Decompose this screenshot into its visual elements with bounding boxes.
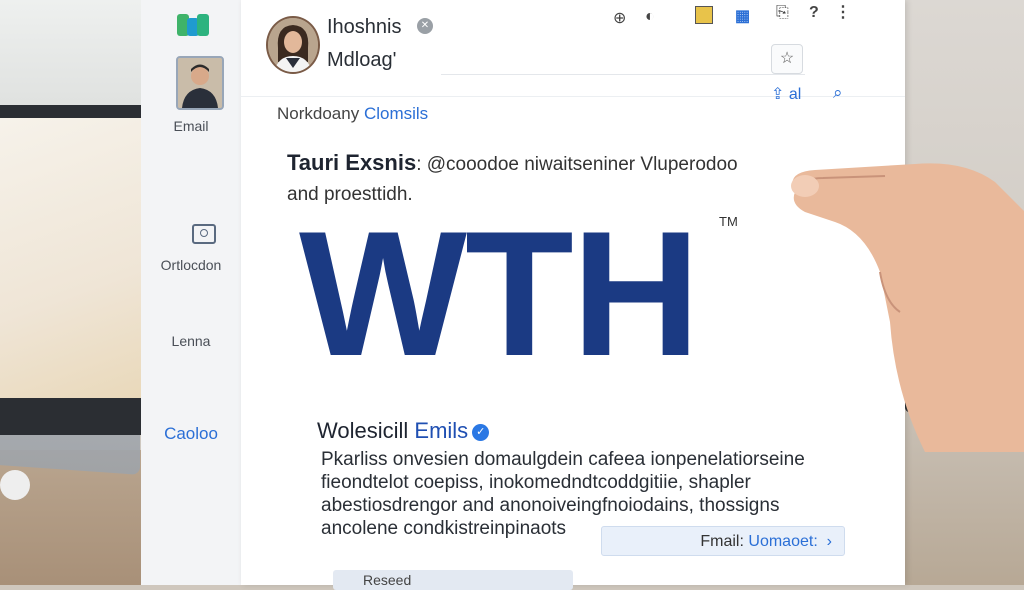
share-icon: ⇪	[771, 86, 785, 103]
info-icon[interactable]: ◐	[645, 8, 655, 26]
background-window	[0, 0, 150, 110]
sidebar-item-ortlocdon[interactable]: Ortlocdon	[141, 257, 241, 273]
sender-line: Wolesicill Emils ✓	[317, 418, 490, 444]
background-monitor-screen	[0, 118, 158, 398]
footer-button[interactable]: Reseed	[333, 570, 573, 590]
sender-name: Wolesicill	[317, 418, 409, 443]
chevron-right-icon: ›	[822, 533, 832, 550]
sidebar-item-lenna[interactable]: Lenna	[141, 333, 241, 349]
help-icon[interactable]: ?	[809, 4, 819, 22]
email-button-link: Uomaoet:	[748, 533, 818, 550]
search-icon[interactable]: ⌕	[833, 83, 843, 103]
brand-logo: WTH	[299, 194, 700, 393]
share-button[interactable]: ⇪ al	[771, 84, 801, 104]
background-mouse	[0, 470, 30, 500]
contacts-icon[interactable]	[192, 224, 216, 244]
sidebar-item-caoloo[interactable]: Caoloo	[141, 424, 241, 444]
address-bar[interactable]	[441, 44, 805, 75]
trademark-mark: TM	[719, 214, 738, 229]
sender-highlight[interactable]: Emils	[414, 418, 468, 443]
breadcrumb-link[interactable]: Clomsils	[364, 104, 428, 123]
hand-image	[791, 163, 1024, 452]
header-divider	[241, 96, 905, 97]
breadcrumb-prefix: Norkdoany	[277, 104, 360, 123]
breadcrumb: Norkdoany Clomsils	[277, 104, 428, 124]
sidebar-item-email[interactable]: Email	[141, 118, 241, 134]
sender-avatar[interactable]	[266, 16, 320, 74]
share-label: al	[788, 86, 802, 103]
email-contact-button[interactable]: Fmail: Uomaoet: ›	[601, 526, 845, 556]
more-menu-icon[interactable]: ⋮	[835, 2, 851, 22]
account-name: Ihoshnis	[327, 16, 402, 38]
sidebar-avatar[interactable]	[176, 56, 224, 110]
email-button-prefix: Fmail:	[700, 533, 744, 550]
app-logo-icon[interactable]	[177, 14, 209, 36]
calendar-icon[interactable]: ▦	[735, 6, 750, 26]
verified-icon: ✓	[472, 423, 490, 441]
folder-icon[interactable]	[695, 6, 713, 24]
star-icon[interactable]: ☆	[771, 44, 803, 74]
account-subtitle: Mdloag'	[327, 49, 397, 71]
subject-title: Tauri Exsnis	[287, 150, 417, 175]
close-icon[interactable]: ✕	[417, 18, 433, 34]
zoom-icon[interactable]: ⊕	[613, 8, 626, 28]
sidebar: Email Ortlocdon Lenna Caoloo	[141, 0, 242, 585]
clipboard-icon[interactable]: ⎘	[776, 4, 789, 22]
